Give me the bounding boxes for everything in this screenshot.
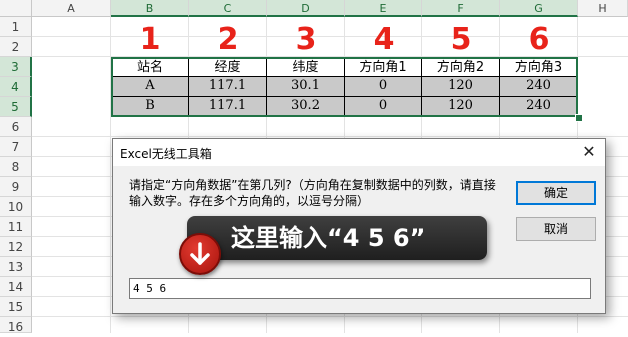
table-header-cell[interactable]: 站名 — [111, 58, 189, 77]
arrow-down-icon — [179, 233, 221, 275]
row-header-1[interactable]: 1 — [0, 17, 32, 37]
column-header-g[interactable]: G — [500, 0, 578, 17]
column-number-annotation: 5 — [450, 22, 472, 57]
column-header-f[interactable]: F — [422, 0, 500, 17]
column-header-c[interactable]: C — [189, 0, 267, 17]
table-cell[interactable]: 0 — [345, 97, 422, 117]
row-header-11[interactable]: 11 — [0, 217, 32, 237]
column-input-field[interactable]: 4 5 6 — [129, 278, 591, 299]
fill-handle[interactable] — [575, 114, 583, 122]
table-header-cell[interactable]: 经度 — [189, 58, 267, 77]
column-header-b[interactable]: B — [111, 0, 189, 17]
close-icon[interactable]: ✕ — [577, 141, 601, 163]
grid-line — [32, 136, 628, 137]
row-header-6[interactable]: 6 — [0, 117, 32, 137]
column-number-annotation: 6 — [528, 22, 550, 57]
table-cell[interactable]: 30.2 — [267, 97, 345, 117]
table-cell[interactable]: 0 — [345, 77, 422, 97]
table-cell[interactable]: 117.1 — [189, 97, 267, 117]
row-header-3[interactable]: 3 — [0, 57, 32, 77]
row-header-10[interactable]: 10 — [0, 197, 32, 217]
ok-button[interactable]: 确定 — [516, 181, 596, 205]
grid-line — [32, 316, 628, 317]
row-header-13[interactable]: 13 — [0, 257, 32, 277]
table-cell[interactable]: 240 — [500, 77, 578, 97]
select-all-corner[interactable] — [0, 0, 32, 17]
row-header-8[interactable]: 8 — [0, 157, 32, 177]
table-cell[interactable]: 120 — [422, 77, 500, 97]
column-header-h[interactable]: H — [578, 0, 628, 17]
table-header-cell[interactable]: 方向角2 — [422, 58, 500, 77]
column-number-annotation: 4 — [373, 22, 395, 57]
row-header-16[interactable]: 16 — [0, 317, 32, 334]
row-header-9[interactable]: 9 — [0, 177, 32, 197]
column-number-annotation: 3 — [295, 22, 317, 57]
column-number-annotation: 2 — [217, 22, 239, 57]
row-header-4[interactable]: 4 — [0, 77, 32, 97]
row-header-14[interactable]: 14 — [0, 277, 32, 297]
annotation-callout: 这里输入“4 5 6” — [187, 216, 487, 260]
column-header-a[interactable]: A — [32, 0, 111, 17]
dialog-title: Excel无线工具箱 — [120, 147, 212, 161]
table-cell[interactable]: B — [111, 97, 189, 117]
row-header-12[interactable]: 12 — [0, 237, 32, 257]
table-header-cell[interactable]: 方向角3 — [500, 58, 578, 77]
dialog-titlebar[interactable]: Excel无线工具箱 ✕ — [113, 139, 605, 166]
cancel-button[interactable]: 取消 — [516, 217, 596, 241]
table-cell[interactable]: 30.1 — [267, 77, 345, 97]
dialog-prompt: 请指定“方向角数据”在第几列?（方向角在复制数据中的列数，请直接输入数字。存在多… — [129, 178, 496, 208]
table-header-cell[interactable]: 方向角1 — [345, 58, 422, 77]
table-header-cell[interactable]: 纬度 — [267, 58, 345, 77]
table-cell[interactable]: 117.1 — [189, 77, 267, 97]
table-cell[interactable]: 120 — [422, 97, 500, 117]
table-cell[interactable]: A — [111, 77, 189, 97]
table-cell[interactable]: 240 — [500, 97, 578, 117]
column-header-d[interactable]: D — [267, 0, 345, 17]
annotation-text: 这里输入“4 5 6” — [231, 224, 426, 252]
column-header-e[interactable]: E — [345, 0, 422, 17]
row-header-5[interactable]: 5 — [0, 97, 32, 117]
row-header-15[interactable]: 15 — [0, 297, 32, 317]
row-header-7[interactable]: 7 — [0, 137, 32, 157]
row-header-2[interactable]: 2 — [0, 37, 32, 57]
column-number-annotation: 1 — [139, 22, 161, 57]
